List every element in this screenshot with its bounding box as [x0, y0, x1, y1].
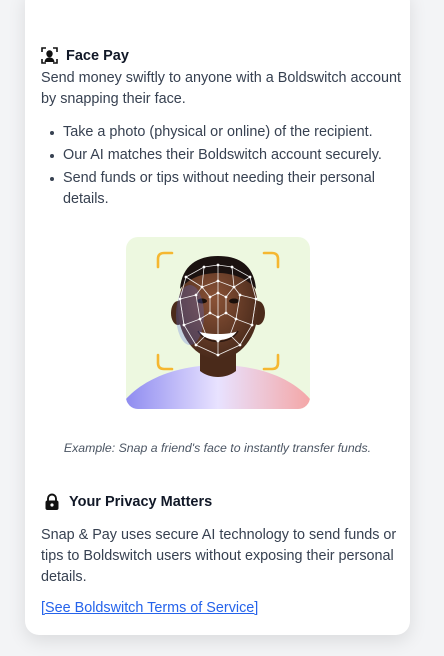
- face-scan-example-image: [126, 237, 310, 409]
- face-pay-description: Send money swiftly to anyone with a Bold…: [41, 70, 401, 107]
- example-caption: Example: Snap a friend's face to instant…: [63, 441, 372, 455]
- face-pay-title: Face Pay: [66, 47, 129, 64]
- face-pay-header: Face Pay: [41, 47, 129, 64]
- face-pay-feature-list: Take a photo (physical or online) of the…: [41, 122, 423, 212]
- privacy-description: Snap & Pay uses secure AI technology to …: [41, 527, 397, 585]
- privacy-title: Your Privacy Matters: [69, 494, 213, 510]
- content-card: Face Pay Send money swiftly to anyone wi…: [25, 0, 410, 635]
- face-scan-icon: [41, 47, 58, 64]
- list-item: Our AI matches their Boldswitch account …: [50, 145, 423, 166]
- list-item: Take a photo (physical or online) of the…: [50, 122, 423, 143]
- privacy-header: Your Privacy Matters: [43, 493, 212, 511]
- list-item: Send funds or tips without needing their…: [50, 168, 423, 210]
- terms-of-service-link[interactable]: [See Boldswitch Terms of Service]: [41, 600, 258, 616]
- lock-icon: [43, 493, 61, 511]
